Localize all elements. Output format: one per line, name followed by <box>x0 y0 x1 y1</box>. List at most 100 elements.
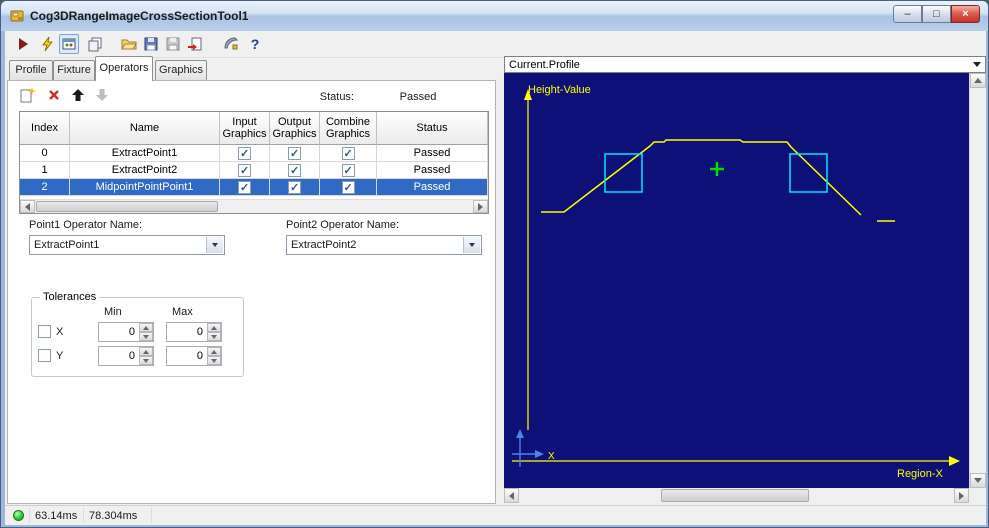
spinner-up-icon[interactable] <box>207 323 221 332</box>
spinner-value[interactable]: 0 <box>167 347 206 365</box>
scroll-left-icon[interactable] <box>20 200 35 213</box>
trigger-icon[interactable] <box>37 34 57 54</box>
tolerance-x-checkbox[interactable] <box>38 325 51 338</box>
tolerance-y-label: Y <box>56 350 64 362</box>
spinner-up-icon[interactable] <box>139 323 153 332</box>
x-axis-arrow-icon <box>949 456 960 466</box>
point2-operator-value: ExtractPoint2 <box>291 239 357 251</box>
new-window-icon[interactable] <box>85 34 105 54</box>
measure-icon[interactable] <box>221 34 241 54</box>
spinner-value[interactable]: 0 <box>99 347 138 365</box>
tool-window: Cog3DRangeImageCrossSectionTool1 – □ × ?… <box>0 0 989 528</box>
output-graphics-checkbox[interactable] <box>288 180 301 194</box>
input-graphics-checkbox[interactable] <box>238 163 251 177</box>
import-icon[interactable] <box>185 34 205 54</box>
spinner-down-icon[interactable] <box>139 356 153 365</box>
display-hscrollbar[interactable] <box>504 488 969 503</box>
origin-y-arrow-icon <box>516 429 524 438</box>
maximize-button[interactable]: □ <box>922 5 951 23</box>
combine-graphics-checkbox[interactable] <box>341 163 355 177</box>
cell-name: ExtractPoint1 <box>70 145 220 162</box>
point2-operator-combobox[interactable]: ExtractPoint2 <box>286 235 482 255</box>
region-box-right[interactable] <box>789 153 828 193</box>
titlebar[interactable]: Cog3DRangeImageCrossSectionTool1 – □ × <box>1 1 988 31</box>
spinner-value[interactable]: 0 <box>167 323 206 341</box>
table-hscrollbar[interactable] <box>20 199 488 213</box>
output-graphics-checkbox[interactable] <box>288 163 301 177</box>
app-icon <box>10 10 24 22</box>
help-icon[interactable]: ? <box>245 34 265 54</box>
tolerance-y-checkbox[interactable] <box>38 349 51 362</box>
spinner-down-icon[interactable] <box>207 332 221 341</box>
tolerance-x-min-spinner[interactable]: 0 <box>98 322 154 342</box>
scroll-right-icon[interactable] <box>473 200 488 213</box>
spinner-down-icon[interactable] <box>207 356 221 365</box>
minimize-button[interactable]: – <box>893 5 922 23</box>
col-combine-graphics[interactable]: Combine Graphics <box>320 112 377 145</box>
col-status[interactable]: Status <box>377 112 488 145</box>
tolerance-x-label: X <box>56 326 64 338</box>
combine-graphics-checkbox[interactable] <box>341 146 355 160</box>
tab-operators[interactable]: Operators <box>95 56 153 81</box>
point1-operator-combobox[interactable]: ExtractPoint1 <box>29 235 225 255</box>
col-name[interactable]: Name <box>70 112 220 145</box>
chevron-down-icon[interactable] <box>463 237 480 253</box>
open-icon[interactable] <box>119 34 139 54</box>
add-operator-icon[interactable] <box>18 85 38 105</box>
spinner-up-icon[interactable] <box>207 347 221 356</box>
combine-graphics-checkbox[interactable] <box>341 180 355 194</box>
cell-name: ExtractPoint2 <box>70 162 220 179</box>
close-button[interactable]: × <box>951 5 980 23</box>
point1-operator-label: Point1 Operator Name: <box>29 219 143 231</box>
run-icon[interactable] <box>13 34 33 54</box>
display-vscrollbar[interactable] <box>969 73 986 488</box>
scroll-thumb[interactable] <box>661 489 809 502</box>
status-label: Status: <box>319 91 354 103</box>
spinner-down-icon[interactable] <box>139 332 153 341</box>
col-output-graphics[interactable]: Output Graphics <box>270 112 320 145</box>
scroll-right-icon[interactable] <box>954 488 969 503</box>
window-controls: – □ × <box>893 5 980 23</box>
region-box-left[interactable] <box>604 153 643 193</box>
status-value: Passed <box>399 91 437 103</box>
chevron-down-icon[interactable] <box>206 237 223 253</box>
statusbar: 63.14ms 78.304ms <box>5 505 986 525</box>
max-header: Max <box>172 306 193 318</box>
scroll-up-icon[interactable] <box>970 73 986 88</box>
col-input-graphics[interactable]: Input Graphics <box>220 112 270 145</box>
record-display-icon[interactable] <box>59 34 79 54</box>
table-row-selected[interactable]: 2 MidpointPointPoint1 Passed <box>20 179 488 196</box>
tolerances-group: Tolerances Min Max X 0 0 Y 0 0 <box>31 291 244 377</box>
move-down-icon[interactable] <box>92 85 112 105</box>
cell-status: Passed <box>377 179 488 196</box>
scroll-down-icon[interactable] <box>970 473 986 488</box>
cell-name: MidpointPointPoint1 <box>70 179 220 196</box>
input-graphics-checkbox[interactable] <box>238 180 251 194</box>
spinner-up-icon[interactable] <box>139 347 153 356</box>
run-time: 63.14ms <box>35 510 78 522</box>
scroll-thumb[interactable] <box>36 201 218 212</box>
tolerance-y-max-spinner[interactable]: 0 <box>166 346 222 366</box>
tab-fixture[interactable]: Fixture <box>53 60 95 80</box>
output-graphics-checkbox[interactable] <box>288 146 301 160</box>
tolerance-y-min-spinner[interactable]: 0 <box>98 346 154 366</box>
delete-operator-icon[interactable] <box>44 85 64 105</box>
input-graphics-checkbox[interactable] <box>238 146 251 160</box>
table-row[interactable]: 1 ExtractPoint2 Passed <box>20 162 488 179</box>
spinner-value[interactable]: 0 <box>99 323 138 341</box>
tolerance-x-max-spinner[interactable]: 0 <box>166 322 222 342</box>
col-index[interactable]: Index <box>20 112 70 145</box>
profile-display[interactable]: Height-Value Region-X X <box>504 73 969 488</box>
save-icon[interactable] <box>141 34 161 54</box>
tab-graphics[interactable]: Graphics <box>155 60 207 80</box>
move-up-icon[interactable] <box>68 85 88 105</box>
table-row[interactable]: 0 ExtractPoint1 Passed <box>20 145 488 162</box>
scroll-left-icon[interactable] <box>504 488 519 503</box>
chevron-down-icon <box>973 62 981 67</box>
record-selector-combobox[interactable]: Current.Profile <box>504 56 986 73</box>
tab-profile[interactable]: Profile <box>9 60 53 80</box>
save-as-icon[interactable] <box>163 34 183 54</box>
main-toolbar: ? <box>5 31 986 58</box>
client-area: ? Profile Fixture Operators Graphics Sta… <box>5 31 986 525</box>
table-header: Index Name Input Graphics Output Graphic… <box>20 112 488 145</box>
